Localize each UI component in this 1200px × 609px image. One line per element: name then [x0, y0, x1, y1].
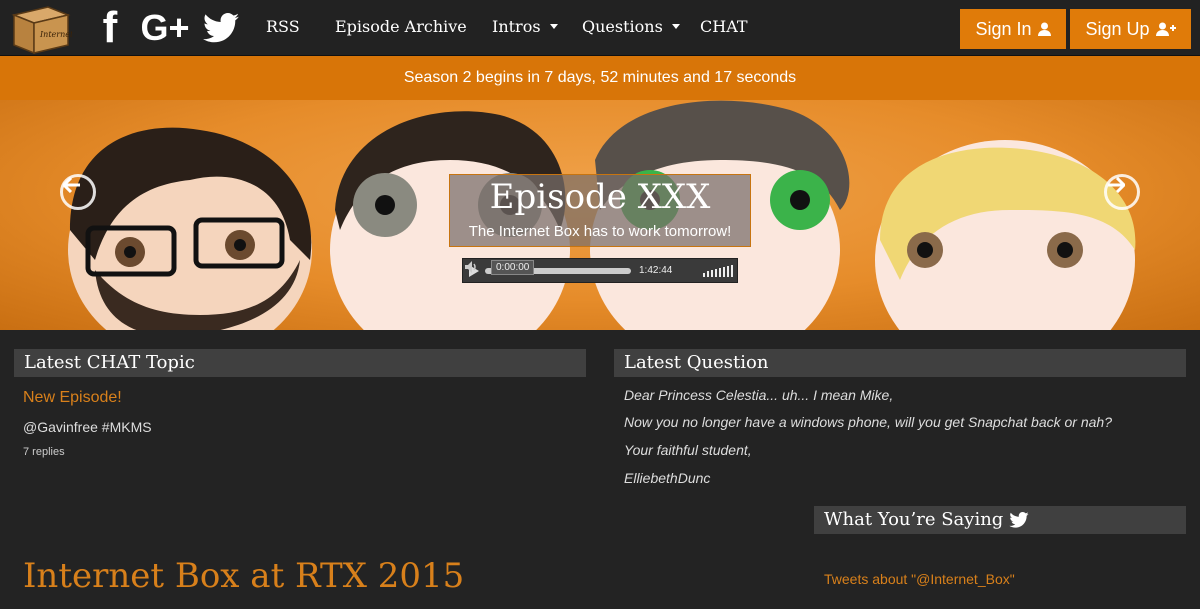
audio-player: 0:00:00 1:42:44: [462, 258, 738, 283]
volume-bar: [731, 265, 733, 277]
chat-replies-count: 7 replies: [23, 446, 65, 458]
sign-up-label: Sign Up: [1085, 18, 1150, 39]
hero-banner: Episode XXX The Internet Box has to work…: [0, 100, 1200, 330]
nav-intros[interactable]: Intros: [492, 17, 558, 36]
arrow-left-icon: [63, 177, 80, 193]
chat-heading: Latest CHAT Topic: [14, 349, 586, 377]
volume-slider[interactable]: [703, 265, 733, 277]
volume-bar: [715, 269, 717, 277]
next-slide-arrow[interactable]: [1104, 174, 1140, 210]
chevron-down-icon: [549, 24, 558, 29]
chat-topic-link[interactable]: New Episode!: [23, 389, 122, 407]
nav-chat[interactable]: CHAT: [700, 17, 748, 36]
rtx-heading[interactable]: Internet Box at RTX 2015: [23, 556, 464, 596]
user-plus-icon: [1155, 22, 1176, 36]
sign-in-button[interactable]: Sign In: [960, 9, 1066, 49]
chevron-down-icon: [671, 24, 680, 29]
saying-heading: What You’re Saying: [814, 506, 1186, 534]
prev-slide-arrow[interactable]: [60, 174, 96, 210]
volume-bar: [703, 273, 705, 277]
nav-intros-label: Intros: [492, 17, 541, 36]
nav-questions[interactable]: Questions: [582, 17, 680, 36]
episode-caption: Episode XXX The Internet Box has to work…: [449, 174, 751, 247]
season-countdown: Season 2 begins in 7 days, 52 minutes an…: [0, 56, 1200, 100]
twitter-icon: [1009, 512, 1029, 528]
duration: 1:42:44: [639, 265, 673, 276]
internet-box-logo[interactable]: Internet: [10, 1, 74, 55]
volume-bar: [727, 266, 729, 277]
progress-bar[interactable]: 0:00:00: [485, 260, 631, 275]
svg-text:Internet: Internet: [39, 30, 72, 39]
volume-icon[interactable]: [463, 259, 479, 275]
episode-subtitle: The Internet Box has to work tomorrow!: [468, 223, 732, 240]
volume-bar: [711, 270, 713, 277]
sign-up-button[interactable]: Sign Up: [1070, 9, 1191, 49]
tweets-link[interactable]: Tweets about "@Internet_Box": [824, 571, 1015, 587]
nav-episode-archive[interactable]: Episode Archive: [335, 17, 467, 36]
question-line: Your faithful student,: [624, 442, 752, 458]
current-time: 0:00:00: [491, 260, 535, 275]
chat-topic-text: @Gavinfree #MKMS: [23, 419, 152, 435]
volume-bar: [707, 271, 709, 277]
volume-bar: [723, 267, 725, 277]
question-line: Dear Princess Celestia... uh... I mean M…: [624, 387, 894, 403]
nav-questions-label: Questions: [582, 17, 663, 36]
nav-rss[interactable]: RSS: [266, 17, 300, 36]
question-line: Now you no longer have a windows phone, …: [624, 414, 1112, 430]
volume-bar: [719, 268, 721, 277]
question-heading: Latest Question: [614, 349, 1186, 377]
google-plus-icon[interactable]: G+: [136, 8, 194, 48]
user-icon: [1037, 22, 1051, 36]
question-line: ElliebethDunc: [624, 470, 711, 486]
twitter-icon[interactable]: [202, 8, 240, 48]
arrow-right-icon: [1108, 177, 1125, 193]
sign-in-label: Sign In: [975, 18, 1032, 39]
facebook-icon[interactable]: f: [96, 6, 124, 50]
top-navbar: Internet f G+ RSS Episode Archive Intros…: [0, 0, 1200, 56]
episode-title[interactable]: Episode XXX: [450, 177, 750, 217]
saying-heading-label: What You’re Saying: [824, 509, 1004, 530]
